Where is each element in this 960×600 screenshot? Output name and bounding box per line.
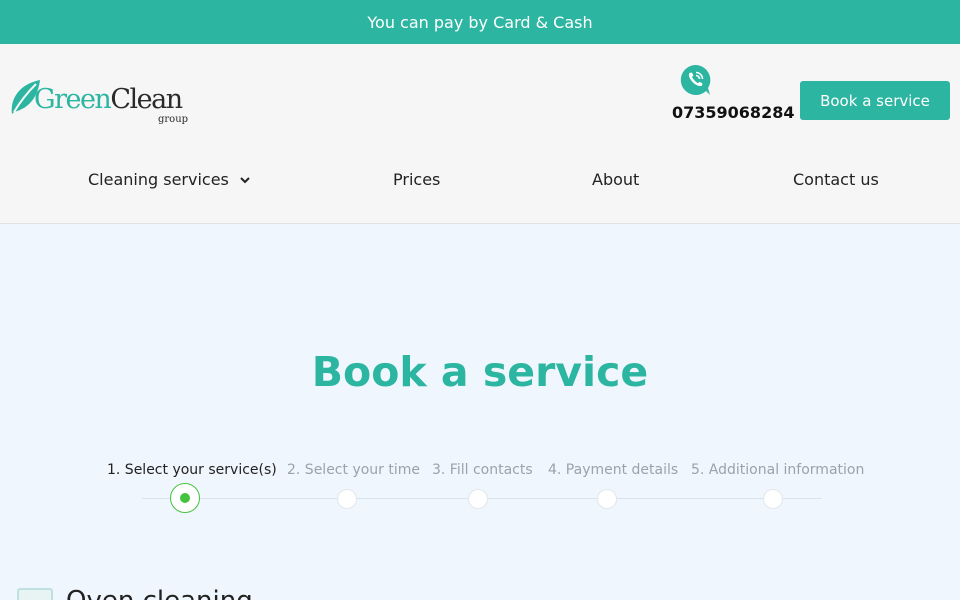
service-heading: Oven cleaning (66, 586, 253, 600)
step-label-fill-contacts[interactable]: 3. Fill contacts (432, 462, 533, 478)
nav-cleaning-services[interactable]: Cleaning services (88, 170, 251, 189)
chevron-down-icon (240, 176, 250, 183)
payment-info-text: You can pay by Card & Cash (367, 12, 593, 32)
step-dot[interactable] (468, 489, 488, 509)
oven-icon (17, 588, 53, 600)
logo[interactable]: GreenClean group (8, 78, 198, 126)
step-label-payment-details[interactable]: 4. Payment details (548, 462, 678, 478)
nav-cleaning-services-label: Cleaning services (88, 170, 229, 189)
nav-contact-us[interactable]: Contact us (793, 170, 879, 189)
step-dot[interactable] (597, 489, 617, 509)
step-dot[interactable] (337, 489, 357, 509)
logo-word-clean: Clean (110, 84, 183, 115)
phone-icon[interactable] (679, 64, 711, 96)
step-dot[interactable] (763, 489, 783, 509)
logo-wordmark: GreenClean (34, 84, 183, 115)
step-label-select-time[interactable]: 2. Select your time (287, 462, 420, 478)
phone-number[interactable]: 07359068284 (672, 103, 794, 122)
site-header: GreenClean group 07359068284 Book a serv… (0, 44, 960, 224)
nav-prices-label: Prices (393, 170, 441, 189)
logo-word-green: Green (34, 84, 112, 115)
step-label-select-services[interactable]: 1. Select your service(s) (107, 462, 277, 478)
nav-about-label: About (592, 170, 640, 189)
nav-prices[interactable]: Prices (393, 170, 440, 189)
nav-about[interactable]: About (592, 170, 639, 189)
logo-subtitle: group (158, 114, 189, 125)
book-service-button[interactable]: Book a service (800, 81, 950, 120)
nav-contact-us-label: Contact us (793, 170, 879, 189)
page-title: Book a service (311, 348, 649, 396)
step-label-additional-info[interactable]: 5. Additional information (691, 462, 864, 478)
step-dot-active[interactable] (170, 483, 200, 513)
payment-info-banner: You can pay by Card & Cash (0, 0, 960, 44)
